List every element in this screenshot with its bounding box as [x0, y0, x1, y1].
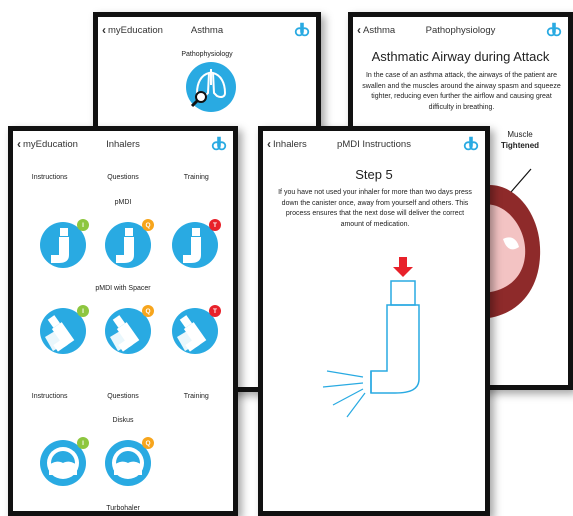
back-button[interactable]: ‹ Inhalers	[267, 138, 307, 150]
section-turbohaler: Turbohaler	[106, 505, 140, 512]
spacer-training-button[interactable]: T	[171, 305, 221, 355]
page-heading: Asthmatic Airway during Attack	[371, 49, 550, 64]
diskus-instructions-button[interactable]: I	[39, 437, 89, 487]
top-bar: ‹ Asthma Pathophysiology	[353, 17, 568, 43]
back-button[interactable]: ‹ myEducation	[17, 138, 78, 150]
instructions-badge: I	[77, 437, 89, 449]
instructions-badge: I	[77, 305, 89, 317]
spacer-instructions-button[interactable]: I	[39, 305, 89, 355]
body-text: In the case of an asthma attack, the air…	[362, 72, 561, 111]
app-logo-icon	[462, 135, 480, 153]
spacer-questions-button[interactable]: Q	[104, 305, 154, 355]
pmdi-questions-button[interactable]: Q	[104, 219, 154, 269]
back-button[interactable]: ‹ myEducation	[102, 24, 163, 36]
chevron-left-icon: ‹	[357, 23, 361, 37]
back-label: Asthma	[363, 24, 396, 36]
training-badge: T	[209, 305, 221, 317]
tab-row: Instructions Questions Training	[13, 174, 233, 181]
diskus-questions-button[interactable]: Q	[104, 437, 154, 487]
top-bar: ‹ Inhalers pMDI Instructions	[263, 131, 485, 157]
instructions-badge: I	[77, 219, 89, 231]
questions-badge: Q	[142, 305, 154, 317]
step-heading: Step 5	[355, 167, 393, 182]
tab-row-2: Instructions Questions Training	[13, 393, 233, 400]
tab-instructions[interactable]: Instructions	[13, 393, 86, 400]
section-diskus: Diskus	[112, 417, 134, 424]
app-logo-icon	[293, 21, 311, 39]
back-label: myEducation	[23, 138, 78, 150]
screen-pmdi-instructions: ‹ Inhalers pMDI Instructions Step 5 If y…	[258, 126, 490, 516]
back-label: myEducation	[108, 24, 163, 36]
tab-instructions[interactable]: Instructions	[13, 174, 86, 181]
back-button[interactable]: ‹ Asthma	[357, 24, 395, 36]
lungs-magnifier-icon[interactable]	[185, 61, 237, 113]
inhaler-press-illustration	[322, 257, 420, 418]
training-badge: T	[209, 219, 221, 231]
questions-badge: Q	[142, 219, 154, 231]
tab-questions[interactable]: Questions	[86, 174, 159, 181]
top-bar: ‹ myEducation Asthma	[98, 17, 316, 43]
app-logo-icon	[210, 135, 228, 153]
chevron-left-icon: ‹	[102, 23, 106, 37]
top-bar: ‹ myEducation Inhalers	[13, 131, 233, 157]
tab-training[interactable]: Training	[160, 393, 233, 400]
label-line-1: Muscle	[507, 130, 533, 139]
pmdi-instructions-button[interactable]: I	[39, 219, 89, 269]
app-logo-icon	[545, 21, 563, 39]
section-pmdi-spacer: pMDI with Spacer	[95, 285, 151, 292]
chevron-left-icon: ‹	[17, 137, 21, 151]
pmdi-training-button[interactable]: T	[171, 219, 221, 269]
tile-label: Pathophysiology	[181, 51, 233, 58]
tab-training[interactable]: Training	[160, 174, 233, 181]
step-body: If you have not used your inhaler for mo…	[278, 189, 472, 228]
tab-questions[interactable]: Questions	[86, 393, 159, 400]
screen-inhalers: ‹ myEducation Inhalers Instructions Ques…	[8, 126, 238, 516]
arrow-down-icon	[393, 257, 413, 277]
section-pmdi: pMDI	[114, 199, 132, 206]
chevron-left-icon: ‹	[267, 137, 271, 151]
back-label: Inhalers	[273, 138, 307, 150]
questions-badge: Q	[142, 437, 154, 449]
